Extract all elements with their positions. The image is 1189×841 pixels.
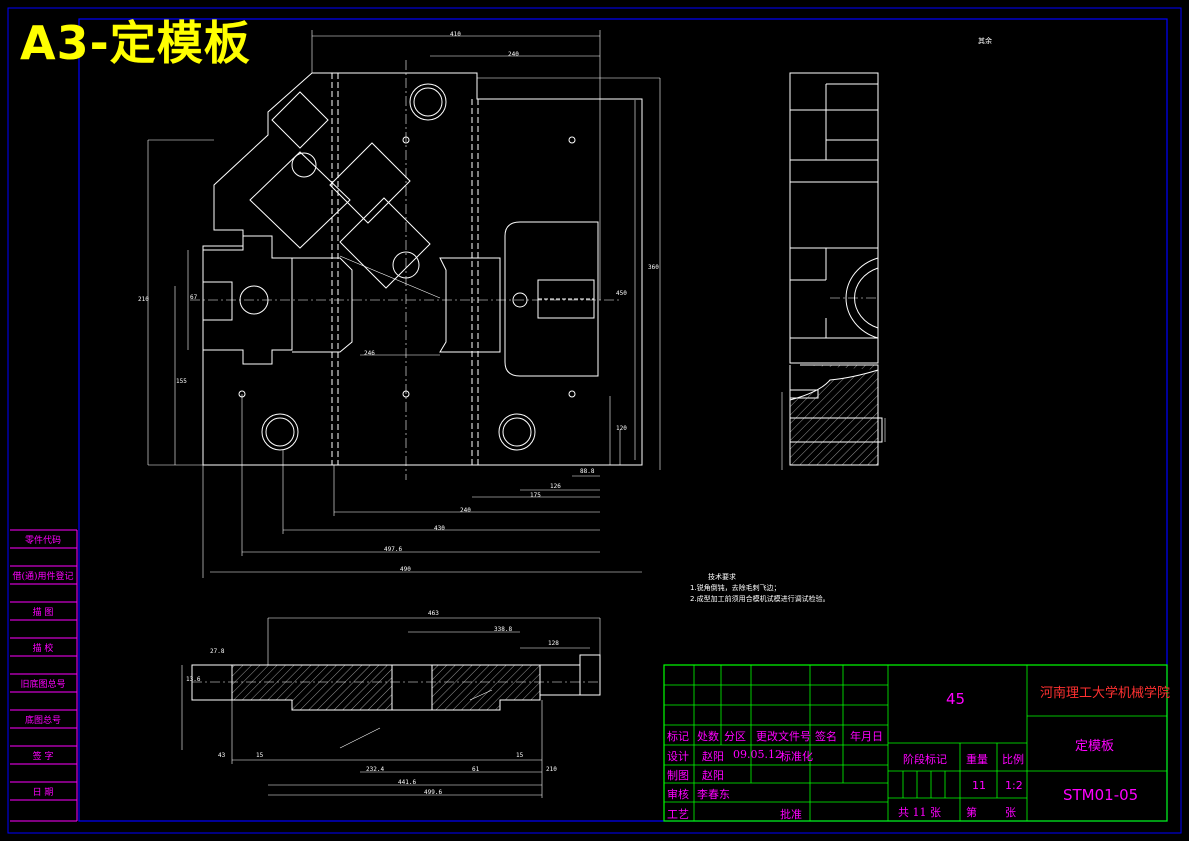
dimension-label: 155 — [176, 378, 187, 385]
dimension-label: 410 — [450, 31, 461, 38]
side-label-old-base-number: 旧底图总号 — [20, 680, 66, 690]
title-block-part-name: 定模板 — [1075, 739, 1115, 754]
dimension-label: 232.4 — [366, 766, 385, 773]
outer-border — [7, 7, 1182, 834]
dimension-label: 67 — [190, 294, 198, 301]
dimension-label: 61 — [472, 766, 480, 773]
title-block-school: 河南理工大学机械学院 — [1040, 686, 1171, 701]
side-label-date: 日 期 — [32, 788, 54, 798]
dimension-label: 360 — [648, 264, 659, 271]
title-block-sheet-unit: 张 — [1005, 806, 1016, 819]
dimension-label: 13.6 — [186, 676, 201, 683]
title-block-approval: 批准 — [780, 808, 802, 821]
dimension-label: 175 — [530, 492, 541, 499]
drawing-title: A3-定模板 — [20, 16, 251, 70]
dimension-label: 430 — [434, 525, 445, 532]
side-label-part-code: 零件代码 — [24, 536, 61, 546]
title-block-weight-value: 11 — [972, 779, 986, 792]
title-block-role-drawing: 制图 — [667, 769, 689, 782]
engineering-drawing — [7, 7, 1182, 834]
title-block-design-date: 09.05.12 — [733, 748, 782, 761]
side-label-trace-check: 描 校 — [32, 644, 54, 654]
title-block-header-change-doc: 更改文件号 — [756, 730, 811, 743]
title-block-role-design: 设计 — [667, 750, 689, 763]
title-block-header-zone: 分区 — [724, 730, 746, 743]
dimension-label: 240 — [508, 51, 519, 58]
dimension-label: 463 — [428, 610, 439, 617]
title-block-header-count: 处数 — [697, 730, 719, 743]
dimension-label: 43 — [218, 752, 226, 759]
dimension-label: 120 — [616, 425, 627, 432]
side-label-common-parts: 借(通)用件登记 — [12, 572, 74, 582]
dimension-label: 490 — [400, 566, 411, 573]
surface-finish-note: 其余 — [978, 37, 992, 45]
title-block-reviewer: 李春东 — [697, 788, 730, 801]
dimension-label: 441.6 — [398, 779, 417, 786]
title-block-stage-label: 阶段标记 — [903, 753, 947, 766]
title-block-header-sign: 签名 — [815, 730, 837, 743]
title-block-scale-value: 1:2 — [1005, 779, 1023, 792]
dimension-label: 210 — [138, 296, 149, 303]
title-block-standardization: 标准化 — [780, 750, 813, 763]
dimension-label: 15 — [516, 752, 524, 759]
dimension-label: 27.8 — [210, 648, 225, 655]
side-label-tracing: 描 图 — [32, 608, 54, 618]
title-block-sheets-total: 共 11 张 — [898, 806, 941, 819]
top-view — [147, 30, 661, 578]
side-label-base-number: 底图总号 — [24, 716, 61, 726]
dimension-label: 338.8 — [494, 626, 513, 633]
title-block-designer: 赵阳 — [702, 750, 724, 763]
dimension-label: 126 — [550, 483, 561, 490]
dimension-label: 210 — [546, 766, 557, 773]
dimension-label: 497.6 — [384, 546, 403, 553]
title-block-drawing-number: STM01-05 — [1063, 786, 1139, 804]
title-block-role-process: 工艺 — [667, 808, 689, 821]
technical-note-2: 2.成型加工前须用合模机试模进行调试检验。 — [690, 595, 830, 603]
title-block-header-mark: 标记 — [667, 730, 689, 743]
dimension-label: 15 — [256, 752, 264, 759]
technical-notes: 技术要求 1.锐角倒钝，去除毛刺飞边； 2.成型加工前须用合模机试模进行调试检验… — [690, 572, 830, 605]
technical-note-1: 1.锐角倒钝，去除毛刺飞边； — [690, 584, 781, 592]
title-block-header-date: 年月日 — [850, 730, 883, 743]
title-block-drafter: 赵阳 — [702, 769, 724, 782]
title-block-sheet-no: 第 — [966, 806, 977, 819]
title-block-weight-label: 重量 — [966, 753, 988, 766]
dimension-label: 450 — [616, 290, 627, 297]
dimension-label: 128 — [548, 640, 559, 647]
dimension-label: 246 — [364, 350, 375, 357]
dimension-label: 88.8 — [580, 468, 595, 475]
side-label-signature: 签 字 — [32, 752, 54, 762]
dimension-label: 499.6 — [424, 789, 443, 796]
title-block-scale-label: 比例 — [1002, 753, 1024, 766]
dimension-label: 240 — [460, 507, 471, 514]
technical-notes-title: 技术要求 — [708, 573, 736, 581]
title-block-role-review: 审核 — [667, 788, 689, 801]
title-block-material: 45 — [946, 690, 966, 708]
